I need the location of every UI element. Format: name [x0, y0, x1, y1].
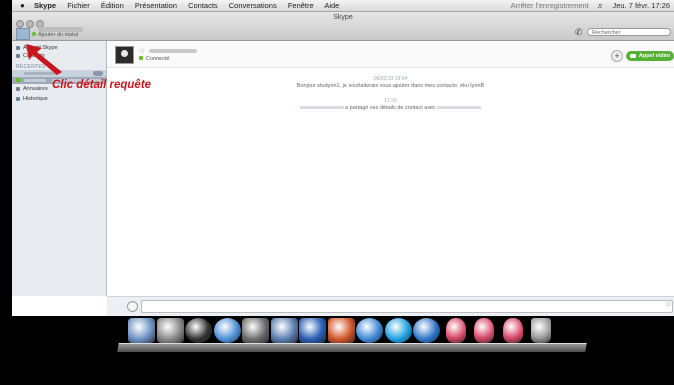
doll-icon[interactable]	[502, 318, 523, 343]
clock[interactable]: Jeu. 7 févr. 17:26	[612, 1, 670, 10]
message-timestamp: 06/02/13 19:04	[373, 76, 408, 82]
doll-icon[interactable]	[445, 318, 466, 343]
home-icon	[16, 45, 20, 50]
recording-status[interactable]: Arrêter l'enregistrement	[511, 1, 589, 10]
contact-status: Connecté	[139, 56, 170, 62]
profile-avatar[interactable]	[16, 28, 30, 40]
iphoto-icon[interactable]	[242, 318, 269, 343]
dock-shelf	[117, 343, 587, 352]
preview-icon[interactable]	[270, 318, 298, 343]
menu-bar: ● Skype Fichier Édition Présentation Con…	[12, 0, 674, 12]
compose-bar: ☺	[107, 296, 674, 316]
sidebar-item-directory[interactable]: Annuaires	[16, 86, 48, 92]
contact-name-blurred	[24, 79, 46, 82]
smiley-icon[interactable]: ☺	[665, 301, 672, 308]
message-request-text: Bonjour studyon1, je souhaiterais vous a…	[296, 83, 485, 89]
word-icon[interactable]	[299, 318, 326, 343]
menu-fenetre[interactable]: Fenêtre	[288, 1, 314, 10]
message-shared-details: a partagé ses détails de contact avec	[107, 105, 674, 111]
profile-status[interactable]: Ajouter du statut	[32, 32, 78, 38]
annotation-arrow-icon	[26, 44, 62, 75]
volume-icon[interactable]: ♬	[597, 1, 605, 10]
desktop-screen: ● Skype Fichier Édition Présentation Con…	[12, 0, 674, 316]
skype-icon[interactable]	[384, 318, 412, 343]
window-title: Skype	[333, 14, 353, 21]
contact-avatar[interactable]	[115, 46, 134, 64]
history-icon	[16, 96, 20, 101]
online-status-icon	[32, 32, 36, 36]
minimize-window-icon[interactable]	[26, 20, 34, 28]
contacts-icon	[16, 53, 20, 58]
menu-conversations[interactable]: Conversations	[229, 1, 277, 10]
favorite-star-icon[interactable]: ☆	[139, 47, 145, 55]
close-window-icon[interactable]	[16, 20, 24, 28]
unread-badge	[93, 71, 103, 76]
menu-aide[interactable]: Aide	[324, 1, 339, 10]
directory-icon	[16, 86, 20, 91]
sidebar-item-history[interactable]: Historique	[16, 96, 48, 102]
finder-icon[interactable]	[128, 318, 155, 343]
profile-status-text: Ajouter du statut	[38, 32, 79, 38]
emoticon-icon[interactable]	[127, 301, 138, 312]
doll-icon[interactable]	[474, 318, 494, 343]
contact-status-text: Connecté	[146, 56, 170, 62]
apple-menu-icon[interactable]: ●	[20, 0, 25, 11]
menu-skype[interactable]: Skype	[34, 1, 56, 10]
powerpoint-icon[interactable]	[327, 318, 355, 343]
menu-edition[interactable]: Édition	[101, 1, 124, 10]
recipient-name-blurred	[437, 106, 482, 110]
menu-contacts[interactable]: Contacts	[188, 1, 218, 10]
request-icon	[16, 78, 21, 82]
itunes-icon[interactable]	[213, 318, 241, 343]
message-shared-text: a partagé ses détails de contact avec	[345, 105, 436, 111]
message-timestamp: 17:26	[384, 98, 397, 104]
contact-name-blurred	[149, 49, 197, 53]
add-participant-button[interactable]: +	[611, 50, 623, 62]
online-status-icon	[139, 56, 143, 60]
window-titlebar: Skype Ajouter du statut ✆ Rechercher	[12, 12, 674, 41]
annotation-text: Clic détail requête	[52, 79, 152, 91]
conversation-pane: ☆ Connecté + Appel vidéo 06/02/13 19:04 …	[107, 41, 674, 296]
message-input[interactable]	[141, 300, 673, 313]
menu-fichier[interactable]: Fichier	[67, 1, 90, 10]
menu-presentation[interactable]: Présentation	[135, 1, 177, 10]
trash-icon[interactable]	[531, 318, 551, 343]
launchpad-icon[interactable]	[156, 318, 184, 343]
quicktime-icon[interactable]	[413, 318, 440, 343]
phone-call-icon[interactable]: ✆	[575, 27, 583, 38]
video-call-button[interactable]: Appel vidéo	[626, 51, 674, 61]
sidebar-item-label: Historique	[23, 96, 48, 102]
sidebar-item-label: Annuaires	[23, 86, 48, 92]
conversation-header: ☆ Connecté + Appel vidéo	[107, 41, 674, 68]
search-input[interactable]: Rechercher	[587, 28, 671, 36]
safari-icon[interactable]	[356, 318, 383, 343]
dashboard-icon[interactable]	[185, 318, 212, 343]
sender-name-blurred	[299, 106, 344, 110]
